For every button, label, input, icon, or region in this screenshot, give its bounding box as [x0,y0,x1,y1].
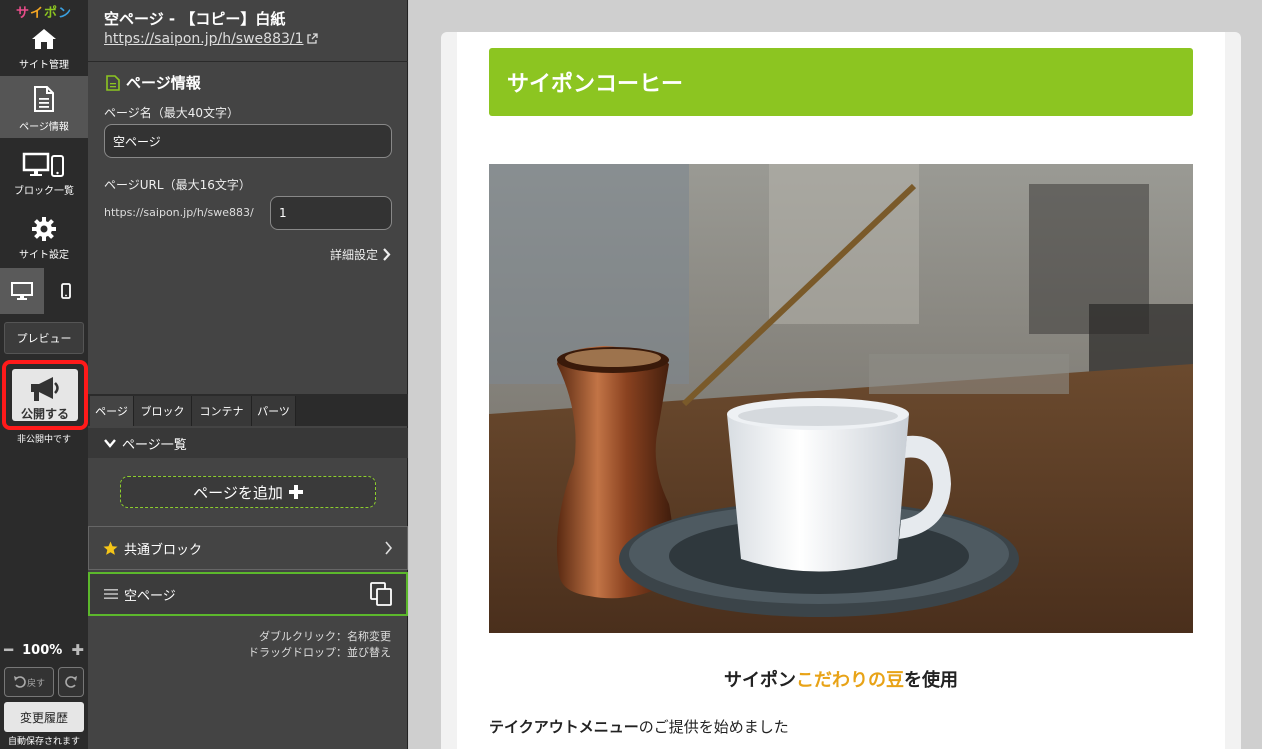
page-settings-panel: 空ページ - 【コピー】白紙 https://saipon.jp/h/swe88… [88,0,408,749]
logo-letter: ポ [44,6,59,21]
document-icon [0,86,88,112]
page-info-heading: ページ情報 [106,72,201,93]
headline-pre: サイポン [724,670,796,691]
page-list-item[interactable]: 空ページ [88,572,408,616]
tab-parts[interactable]: パーツ [252,396,296,426]
page-list-item-label: 空ページ [124,588,176,604]
hint-rename: ダブルクリック：名称変更 [259,630,391,643]
rail-item-label: サイト設定 [19,250,69,261]
smartphone-icon [61,283,71,299]
desktop-view-button[interactable] [0,268,44,314]
page-content: サイポンコーヒー サイポンこだわりの豆を使用 テイクアウトメニューのご提供を始め… [457,32,1225,749]
star-icon [103,541,118,555]
home-icon [0,28,88,50]
undo-icon [13,676,26,688]
add-page-button[interactable]: ページを追加 [120,476,376,508]
add-page-label: ページを追加 [193,483,283,502]
drag-handle-icon[interactable] [104,588,118,600]
common-block-label: 共通ブロック [124,542,203,558]
chevron-right-icon [383,248,391,261]
page-url-label: ページURL（最大16文字） [104,178,251,192]
hero-image[interactable] [489,164,1193,633]
logo-text: サイポン [16,2,72,21]
mobile-view-button[interactable] [44,268,88,314]
gear-icon [0,216,88,242]
rail-item-label: ブロック一覧 [14,186,74,197]
page-list-header[interactable]: ページ一覧 [88,428,408,458]
chevron-down-icon [104,438,116,448]
rail-item-site-settings[interactable]: サイト設定 [0,208,88,264]
zoom-level: 100% [22,642,63,658]
external-link-icon [306,32,318,48]
device-toggle [0,268,88,314]
detail-settings-link[interactable]: 詳細設定 [330,246,391,263]
document-icon [106,74,120,91]
page-list-heading: ページ一覧 [122,437,187,453]
intro-text-bold: テイクアウトメニュー [489,718,639,736]
url-prefix: https://saipon.jp/h/swe883/ [104,206,254,219]
page-url-link[interactable]: https://saipon.jp/h/swe883/1 [104,31,318,48]
plus-icon [288,485,303,499]
rail-item-page-info[interactable]: ページ情報 [0,76,88,138]
page-url-text: https://saipon.jp/h/swe883/1 [104,31,304,47]
detail-settings-text: 詳細設定 [329,248,378,262]
headline-post: を使用 [904,670,958,691]
megaphone-icon [12,375,78,403]
rail-item-site-management[interactable]: サイト管理 [0,22,88,72]
undo-redo-row: 戻す [4,667,84,697]
zoom-out-button[interactable]: ━ [4,641,13,659]
undo-button[interactable]: 戻す [4,667,54,697]
redo-icon [65,676,77,688]
tab-block[interactable]: ブロック [134,396,192,426]
tab-container[interactable]: コンテナ [192,396,252,426]
zoom-in-button[interactable]: ✚ [71,641,84,659]
page-name-input[interactable]: 空ページ [104,124,392,158]
intro-text[interactable]: テイクアウトメニューのご提供を始めました [489,716,789,737]
rail-item-label: ページ情報 [19,122,69,133]
copy-icon[interactable] [370,582,392,606]
logo-letter: イ [29,6,44,21]
tab-page[interactable]: ページ [90,396,134,426]
headline[interactable]: サイポンこだわりの豆を使用 [457,666,1225,692]
page-url-input[interactable]: 1 [270,196,392,230]
common-block-item[interactable]: 共通ブロック [88,526,408,570]
zoom-control: ━ 100% ✚ [0,641,88,659]
page-title: 空ページ - 【コピー】白紙 [104,10,286,28]
logo-letter: ン [58,6,73,21]
publish-label: 公開する [20,407,69,421]
page-frame: サイポンコーヒー サイポンこだわりの豆を使用 テイクアウトメニューのご提供を始め… [441,32,1241,749]
preview-button[interactable]: プレビュー [4,322,84,354]
page-info-heading-text: ページ情報 [126,74,201,92]
devices-icon [0,152,88,178]
autosave-note: 自動保存されます [7,737,80,747]
divider [88,61,408,62]
chevron-right-icon [384,541,393,555]
logo-letter: サ [15,6,30,21]
rail-item-label: サイト管理 [19,60,69,71]
publish-status: 非公開中です [16,435,71,445]
intro-text-rest: のご提供を始めました [638,718,789,736]
redo-button[interactable] [58,667,84,697]
icon-rail: サイポン サイト管理 ページ情報 ブロック一覧 サイト設定 プレビュー 公開する… [0,0,88,749]
site-header[interactable]: サイポンコーヒー [489,48,1193,116]
desktop-icon [11,282,33,300]
preview-canvas[interactable]: サイポンコーヒー サイポンこだわりの豆を使用 テイクアウトメニューのご提供を始め… [409,0,1262,749]
publish-button[interactable]: 公開する [12,369,78,421]
hint-reorder: ドラッグドロップ：並び替え [248,646,391,659]
page-name-label: ページ名（最大40文字） [104,106,240,120]
undo-label: 戻す [26,678,45,689]
headline-accent: こだわりの豆 [796,670,904,691]
rail-item-block-list[interactable]: ブロック一覧 [0,144,88,200]
app-logo[interactable]: サイポン [0,2,88,21]
change-history-button[interactable]: 変更履歴 [4,702,84,732]
publish-highlight: 公開する [2,360,88,430]
